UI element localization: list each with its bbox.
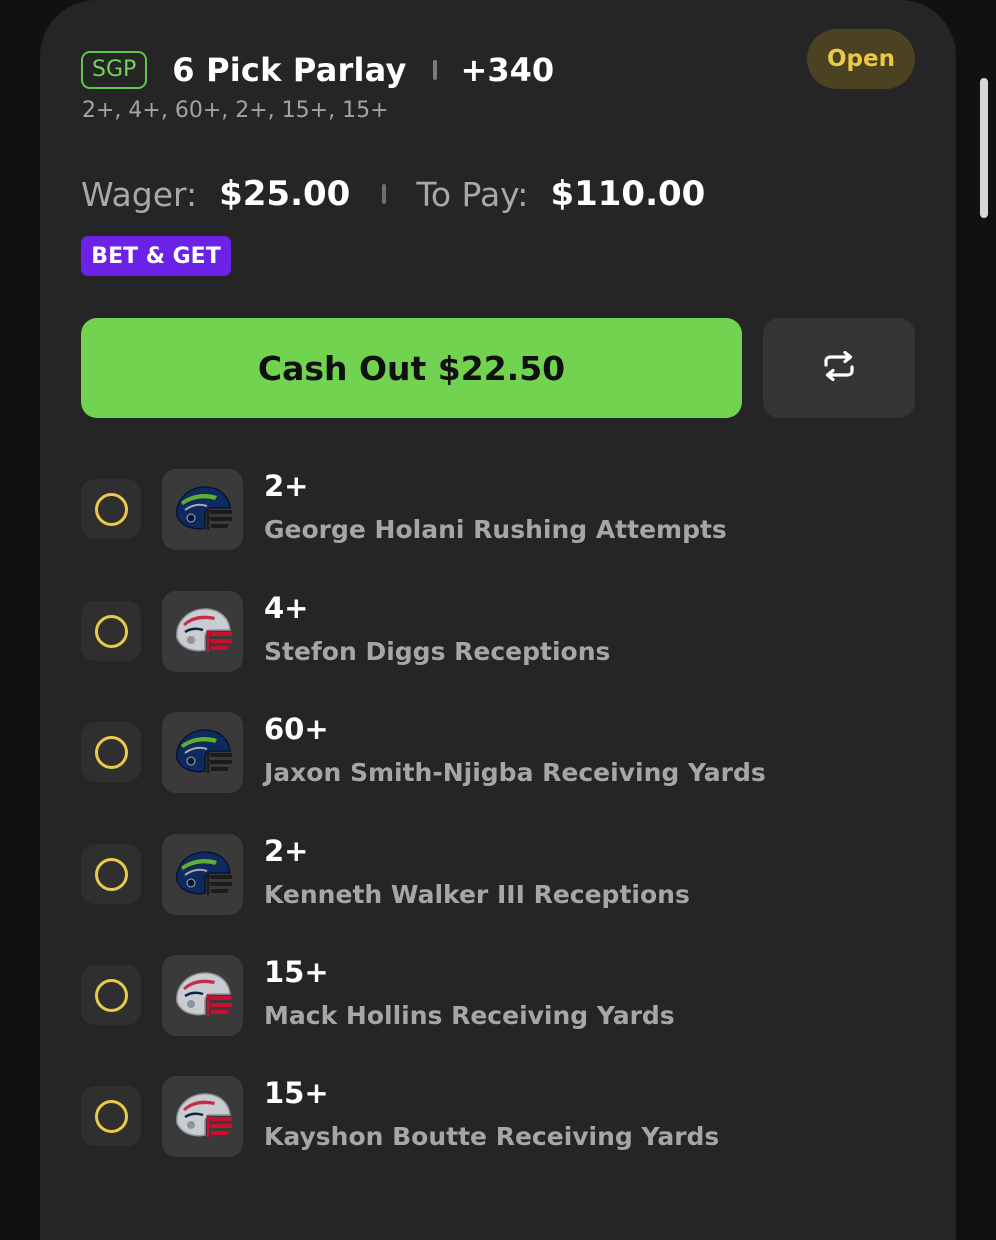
money-divider — [382, 184, 387, 204]
team-logo — [162, 1076, 243, 1157]
open-circle-icon — [94, 492, 128, 526]
scrollbar[interactable] — [980, 78, 988, 218]
leg-line: 15+ — [264, 1076, 329, 1110]
leg-status — [81, 479, 141, 539]
sgp-badge: SGP — [81, 51, 148, 89]
bet-header: SGP 6 Pick Parlay +340 — [81, 50, 554, 90]
parlay-odds: +340 — [460, 51, 555, 89]
leg-status — [81, 601, 141, 661]
leg-line: 2+ — [264, 469, 309, 503]
seahawks-helmet-icon — [171, 849, 235, 901]
leg-market: Kenneth Walker III Receptions — [264, 880, 690, 909]
leg-market: Kayshon Boutte Receiving Yards — [264, 1122, 720, 1151]
wager-amount: $25.00 — [219, 174, 351, 214]
to-pay-amount: $110.00 — [550, 174, 706, 214]
team-logo — [162, 591, 243, 672]
seahawks-helmet-icon — [171, 727, 235, 779]
leg-line: 15+ — [264, 955, 329, 989]
leg-line: 2+ — [264, 834, 309, 868]
wager-label: Wager: — [81, 174, 198, 214]
open-circle-icon — [94, 1099, 128, 1133]
leg-status — [81, 722, 141, 782]
patriots-helmet-icon — [171, 606, 235, 658]
swap-arrows-icon — [821, 350, 857, 385]
team-logo — [162, 955, 243, 1036]
team-logo — [162, 834, 243, 915]
open-circle-icon — [94, 735, 128, 769]
team-logo — [162, 712, 243, 793]
leg-line: 60+ — [264, 712, 329, 746]
open-circle-icon — [94, 978, 128, 1012]
swap-button[interactable] — [763, 318, 915, 418]
team-logo — [162, 469, 243, 550]
leg-market: Stefon Diggs Receptions — [264, 637, 611, 666]
patriots-helmet-icon — [171, 970, 235, 1022]
bet-and-get-badge: BET & GET — [81, 236, 231, 276]
open-circle-icon — [94, 857, 128, 891]
legs-summary: 2+, 4+, 60+, 2+, 15+, 15+ — [82, 98, 389, 123]
wager-payout-row: Wager: $25.00 To Pay: $110.00 — [81, 172, 705, 216]
parlay-title: 6 Pick Parlay — [172, 51, 407, 89]
leg-status — [81, 1086, 141, 1146]
to-pay-label: To Pay: — [416, 174, 529, 214]
patriots-helmet-icon — [171, 1091, 235, 1143]
leg-market: Jaxon Smith-Njigba Receiving Yards — [264, 758, 766, 787]
leg-row[interactable]: 2+ George Holani Rushing Attempts — [81, 469, 911, 551]
cash-out-button[interactable]: Cash Out $22.50 — [81, 318, 742, 418]
leg-row[interactable]: 4+ Stefon Diggs Receptions — [81, 591, 911, 673]
leg-row[interactable]: 60+ Jaxon Smith-Njigba Receiving Yards — [81, 712, 911, 794]
seahawks-helmet-icon — [171, 484, 235, 536]
bet-status-badge: Open — [807, 29, 915, 89]
leg-row[interactable]: 15+ Kayshon Boutte Receiving Yards — [81, 1076, 911, 1158]
leg-row[interactable]: 2+ Kenneth Walker III Receptions — [81, 834, 911, 916]
leg-status — [81, 965, 141, 1025]
leg-status — [81, 844, 141, 904]
leg-market: George Holani Rushing Attempts — [264, 515, 727, 544]
leg-market: Mack Hollins Receiving Yards — [264, 1001, 675, 1030]
leg-row[interactable]: 15+ Mack Hollins Receiving Yards — [81, 955, 911, 1037]
leg-line: 4+ — [264, 591, 309, 625]
open-circle-icon — [94, 614, 128, 648]
header-divider — [432, 60, 437, 80]
